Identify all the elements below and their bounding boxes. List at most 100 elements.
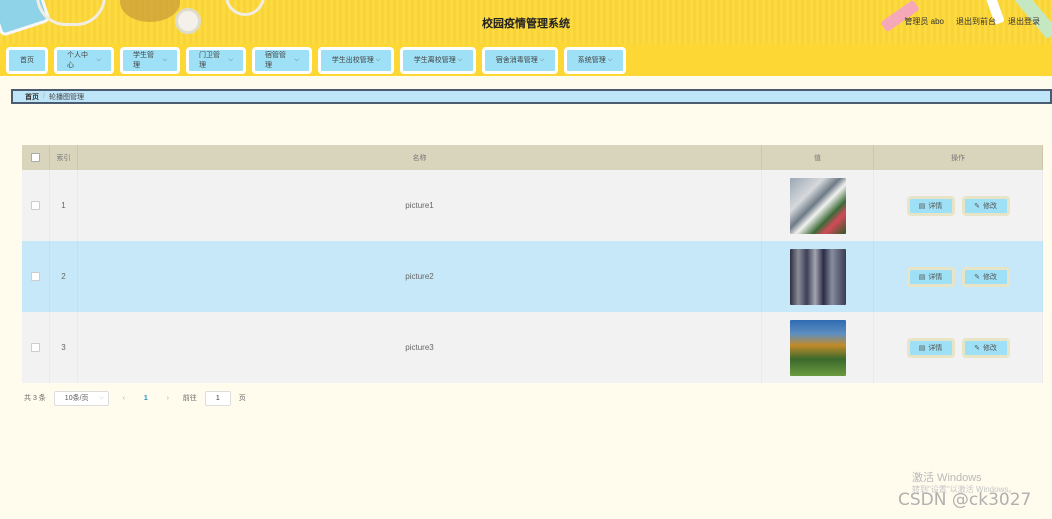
menu-item-student-leave-management[interactable]: 学生离校管理 ⌵ bbox=[400, 46, 476, 74]
row-name: picture3 bbox=[78, 312, 762, 383]
row-index: 1 bbox=[50, 170, 78, 241]
logout-link[interactable]: 退出登录 bbox=[1008, 16, 1040, 27]
header-value: 值 bbox=[762, 145, 874, 170]
pagination-total: 共 3 条 bbox=[24, 395, 46, 402]
menu-item-label: 门卫管理 bbox=[199, 52, 220, 69]
menu-item-student-exit-management[interactable]: 学生出校管理 ⌵ bbox=[318, 46, 394, 74]
menu-item-dorm-manager-management[interactable]: 宿管管理 ⌵ bbox=[252, 46, 312, 74]
chevron-down-icon: ⌵ bbox=[228, 56, 233, 63]
breadcrumb-separator: / bbox=[43, 93, 45, 100]
row-checkbox[interactable] bbox=[31, 343, 40, 352]
detail-label: 详情 bbox=[928, 202, 943, 210]
header-name: 名称 bbox=[78, 145, 762, 170]
edit-button[interactable]: ✎ 修改 bbox=[961, 337, 1010, 358]
chevron-down-icon: ⌵ bbox=[294, 56, 299, 63]
document-icon: ▤ bbox=[918, 202, 926, 210]
page-size-select[interactable]: 10条/页 ⌵ bbox=[53, 390, 109, 406]
prev-page-button[interactable]: ‹ bbox=[117, 395, 131, 402]
app-title: 校园疫情管理系统 bbox=[482, 18, 570, 30]
row-index: 2 bbox=[50, 241, 78, 312]
header-checkbox-cell bbox=[22, 145, 50, 170]
row-ops: ▤ 详情 ✎ 修改 bbox=[874, 170, 1043, 241]
table-row: 2 picture2 ▤ 详情 ✎ 修改 bbox=[22, 241, 1043, 312]
chevron-down-icon: ⌵ bbox=[457, 56, 463, 63]
menu-item-label: 宿管管理 bbox=[265, 52, 286, 69]
main-menu: 首页 个人中心 ⌵ 学生管理 ⌵ 门卫管理 ⌵ 宿管管理 ⌵ 学生出校管理 ⌵ 学生离校管… bbox=[0, 44, 1052, 76]
detail-label: 详情 bbox=[928, 344, 943, 352]
menu-item-guard-management[interactable]: 门卫管理 ⌵ bbox=[186, 46, 246, 74]
top-nav: 管理员 abo 退出到前台 退出登录 bbox=[904, 16, 1040, 27]
page-number[interactable]: 1 bbox=[139, 395, 153, 402]
row-name: picture1 bbox=[78, 170, 762, 241]
next-page-button[interactable]: › bbox=[161, 395, 175, 402]
edit-label: 修改 bbox=[982, 202, 997, 210]
goto-label: 前往 bbox=[182, 395, 197, 402]
menu-item-label: 个人中心 bbox=[67, 52, 88, 69]
carousel-thumbnail[interactable] bbox=[789, 177, 846, 234]
table-row: 3 picture3 ▤ 详情 ✎ 修改 bbox=[22, 312, 1043, 383]
back-to-frontend-link[interactable]: 退出到前台 bbox=[956, 16, 996, 27]
page-size-value: 10条/页 bbox=[64, 395, 89, 402]
detail-button[interactable]: ▤ 详情 bbox=[906, 195, 955, 216]
breadcrumb-home[interactable]: 首页 bbox=[25, 92, 39, 102]
chevron-down-icon: ⌵ bbox=[375, 56, 381, 63]
carousel-thumbnail[interactable] bbox=[789, 319, 846, 376]
edit-button[interactable]: ✎ 修改 bbox=[961, 195, 1010, 216]
menu-item-label: 宿舍消毒管理 bbox=[495, 57, 538, 64]
breadcrumb: 首页 / 轮播图管理 bbox=[11, 89, 1052, 104]
pencil-icon: ✎ bbox=[974, 273, 980, 281]
detail-button[interactable]: ▤ 详情 bbox=[906, 266, 955, 287]
goto-page-input[interactable] bbox=[204, 390, 231, 406]
detail-label: 详情 bbox=[928, 273, 943, 281]
edit-label: 修改 bbox=[982, 273, 997, 281]
activate-windows-title: 激活 Windows bbox=[912, 472, 982, 484]
admin-user-label[interactable]: 管理员 abo bbox=[904, 16, 944, 27]
chevron-down-icon: ⌵ bbox=[539, 56, 545, 63]
document-icon: ▤ bbox=[918, 273, 926, 281]
carousel-thumbnail[interactable] bbox=[789, 248, 846, 305]
row-name: picture2 bbox=[78, 241, 762, 312]
edit-label: 修改 bbox=[982, 344, 997, 352]
menu-item-label: 首页 bbox=[20, 57, 34, 64]
breadcrumb-current: 轮播图管理 bbox=[48, 93, 84, 101]
menu-item-label: 学生出校管理 bbox=[331, 57, 374, 64]
row-index: 3 bbox=[50, 312, 78, 383]
pencil-icon: ✎ bbox=[974, 344, 980, 352]
select-all-checkbox[interactable] bbox=[31, 153, 40, 162]
pencil-icon: ✎ bbox=[974, 202, 980, 210]
menu-item-personal-center[interactable]: 个人中心 ⌵ bbox=[54, 46, 114, 74]
menu-item-dorm-disinfection-management[interactable]: 宿舍消毒管理 ⌵ bbox=[482, 46, 558, 74]
header-ops: 操作 bbox=[874, 145, 1043, 170]
pagination: 共 3 条 10条/页 ⌵ ‹ 1 › 前往 页 bbox=[24, 390, 246, 406]
menu-item-home[interactable]: 首页 bbox=[6, 46, 48, 74]
menu-item-label: 系统管理 bbox=[577, 57, 606, 64]
carousel-table: 索引 名称 值 操作 1 picture1 ▤ 详情 ✎ 修改 2 picture2… bbox=[22, 145, 1043, 383]
row-image-cell bbox=[762, 241, 874, 312]
csdn-watermark: CSDN @ck3027 bbox=[898, 490, 1032, 510]
row-checkbox-cell bbox=[22, 241, 50, 312]
header: 校园疫情管理系统 管理员 abo 退出到前台 退出登录 bbox=[0, 0, 1052, 44]
document-icon: ▤ bbox=[918, 344, 926, 352]
row-checkbox[interactable] bbox=[31, 272, 40, 281]
row-checkbox[interactable] bbox=[31, 201, 40, 210]
row-image-cell bbox=[762, 312, 874, 383]
table-header: 索引 名称 值 操作 bbox=[22, 145, 1043, 170]
header-index: 索引 bbox=[50, 145, 78, 170]
row-checkbox-cell bbox=[22, 312, 50, 383]
menu-item-label: 学生离校管理 bbox=[413, 57, 456, 64]
row-image-cell bbox=[762, 170, 874, 241]
chevron-down-icon: ⌵ bbox=[96, 56, 101, 63]
menu-item-system-management[interactable]: 系统管理 ⌵ bbox=[564, 46, 626, 74]
detail-button[interactable]: ▤ 详情 bbox=[906, 337, 955, 358]
page-unit-label: 页 bbox=[238, 395, 246, 402]
row-ops: ▤ 详情 ✎ 修改 bbox=[874, 312, 1043, 383]
chevron-down-icon: ⌵ bbox=[162, 56, 167, 63]
menu-item-label: 学生管理 bbox=[133, 52, 154, 69]
row-ops: ▤ 详情 ✎ 修改 bbox=[874, 241, 1043, 312]
chevron-down-icon: ⌵ bbox=[99, 394, 104, 401]
row-checkbox-cell bbox=[22, 170, 50, 241]
table-row: 1 picture1 ▤ 详情 ✎ 修改 bbox=[22, 170, 1043, 241]
edit-button[interactable]: ✎ 修改 bbox=[961, 266, 1010, 287]
chevron-down-icon: ⌵ bbox=[607, 56, 613, 63]
menu-item-student-management[interactable]: 学生管理 ⌵ bbox=[120, 46, 180, 74]
